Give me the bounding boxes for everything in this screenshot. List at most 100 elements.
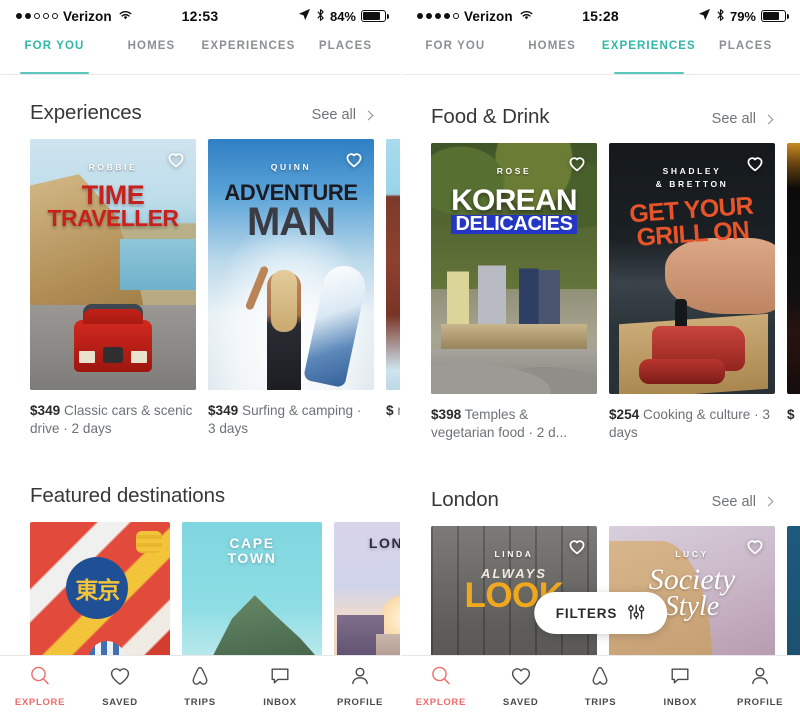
tab-experiences[interactable]: EXPERIENCES <box>200 32 297 74</box>
card-poster[interactable]: ROBBIE TIME TRAVELLER <box>30 139 196 390</box>
nav-label: PROFILE <box>737 697 783 708</box>
chevron-right-icon <box>764 497 774 507</box>
destination-tile[interactable]: 東京 <box>30 522 170 655</box>
favorite-heart-icon[interactable] <box>744 535 766 557</box>
card-poster[interactable] <box>386 139 400 390</box>
see-all-label: See all <box>312 107 356 123</box>
poster-artwork <box>30 139 196 390</box>
chevron-right-icon <box>364 110 374 120</box>
poster-headline: ADVENTURE MAN <box>208 183 374 240</box>
nav-label: INBOX <box>663 697 697 708</box>
nav-item-saved[interactable]: SAVED <box>481 664 561 708</box>
filters-label: FILTERS <box>556 606 618 621</box>
dual-screenshot-comparison: Verizon 12:53 84% FOR YOU HOMES EXPERIEN <box>0 0 800 715</box>
experience-card-partial[interactable]: $ ru <box>386 139 400 438</box>
filter-sliders-icon <box>627 604 645 623</box>
content-scroll-area[interactable]: Experiences See all ROBBIE TIME <box>0 75 400 655</box>
nav-item-saved[interactable]: SAVED <box>80 664 160 708</box>
nav-item-trips[interactable]: TRIPS <box>160 664 240 708</box>
tile-label: LONDON <box>334 536 400 551</box>
experience-card-row[interactable]: ROBBIE TIME TRAVELLER $349 Classic cars … <box>0 139 400 438</box>
nav-item-profile[interactable]: PROFILE <box>320 664 400 708</box>
card-poster[interactable]: LUCY Society Style <box>609 526 775 655</box>
card-poster[interactable]: SHADLEY & BRETTON GET YOUR GRILL ON <box>609 143 775 394</box>
nav-item-trips[interactable]: TRIPS <box>561 664 641 708</box>
chevron-right-icon <box>764 114 774 124</box>
section-header-london: London See all <box>401 442 800 526</box>
tab-for-you[interactable]: FOR YOU <box>6 32 103 74</box>
status-bar: Verizon 15:28 79% <box>401 0 800 32</box>
favorite-heart-icon[interactable] <box>566 152 588 174</box>
nav-item-explore[interactable]: EXPLORE <box>401 664 481 708</box>
nav-item-profile[interactable]: PROFILE <box>720 664 800 708</box>
london-card-row[interactable]: LINDA ALWAYS LOOK LUCY <box>401 526 800 655</box>
heart-icon <box>108 664 132 693</box>
tab-homes[interactable]: HOMES <box>504 32 601 74</box>
location-arrow-icon <box>298 8 311 24</box>
nav-label: EXPLORE <box>15 697 65 708</box>
destination-tile-row[interactable]: 東京 CAPE TOWN LONDON <box>0 522 400 655</box>
nav-item-explore[interactable]: EXPLORE <box>0 664 80 708</box>
see-all-link[interactable]: See all <box>712 494 772 510</box>
experience-card-row[interactable]: ROSE KOREAN DELICACIES $398 Temples & ve… <box>401 143 800 442</box>
card-poster[interactable]: QUINN ADVENTURE MAN <box>208 139 374 390</box>
favorite-heart-icon[interactable] <box>165 148 187 170</box>
poster-artwork <box>386 139 400 390</box>
carrier-label: Verizon <box>464 9 513 24</box>
tab-places[interactable]: PLACES <box>297 32 394 74</box>
tab-homes[interactable]: HOMES <box>103 32 200 74</box>
belo-icon <box>188 664 212 693</box>
tab-for-you[interactable]: FOR YOU <box>407 32 504 74</box>
search-icon <box>28 664 52 693</box>
poster-headline: TIME TRAVELLER <box>30 183 196 230</box>
destination-tile[interactable]: LONDON <box>334 522 400 655</box>
experience-card[interactable]: ROBBIE TIME TRAVELLER $349 Classic cars … <box>30 139 196 438</box>
phone-screen-for-you: Verizon 12:53 84% FOR YOU HOMES EXPERIEN <box>0 0 400 715</box>
filters-button[interactable]: FILTERS <box>534 592 668 634</box>
card-poster[interactable] <box>787 143 800 394</box>
london-card[interactable]: LINDA ALWAYS LOOK <box>431 526 597 655</box>
experience-card[interactable]: QUINN ADVENTURE MAN $349 Surfing & campi… <box>208 139 374 438</box>
experience-card[interactable]: ROSE KOREAN DELICACIES $398 Temples & ve… <box>431 143 597 442</box>
poster-artwork <box>208 139 374 390</box>
battery-icon <box>361 10 386 22</box>
poster-headline: KOREAN DELICACIES <box>431 187 597 234</box>
poster-headline-line-2: MAN <box>214 204 368 240</box>
card-poster[interactable]: LINDA ALWAYS LOOK <box>431 526 597 655</box>
destination-tile[interactable]: CAPE TOWN <box>182 522 322 655</box>
card-price: $ <box>787 407 795 422</box>
see-all-link[interactable]: See all <box>312 107 372 123</box>
section-header-food-and-drink: Food & Drink See all <box>401 75 800 143</box>
nav-item-inbox[interactable]: INBOX <box>640 664 720 708</box>
category-tabs: FOR YOU HOMES EXPERIENCES PLACES <box>0 32 400 74</box>
experience-card-partial[interactable]: $ <box>787 143 800 442</box>
status-bar-right: 79% <box>698 8 786 25</box>
phone-screen-experiences: Verizon 15:28 79% FOR YOU HOMES EXPERIEN <box>400 0 800 715</box>
card-price: $349 <box>30 403 60 418</box>
poster-artwork <box>431 143 597 394</box>
london-card[interactable]: LUCY Society Style <box>609 526 775 655</box>
london-card-partial[interactable] <box>787 526 800 655</box>
wifi-icon <box>519 9 534 24</box>
card-poster[interactable] <box>787 526 800 655</box>
nav-item-inbox[interactable]: INBOX <box>240 664 320 708</box>
tab-experiences[interactable]: EXPERIENCES <box>601 32 698 74</box>
card-price: $398 <box>431 407 461 422</box>
nav-label: PROFILE <box>337 697 383 708</box>
card-price: $254 <box>609 407 639 422</box>
see-all-link[interactable]: See all <box>712 111 772 127</box>
nav-label: SAVED <box>503 697 539 708</box>
heart-icon <box>509 664 533 693</box>
poster-artwork <box>787 526 800 655</box>
wifi-icon <box>118 9 133 24</box>
tab-places[interactable]: PLACES <box>697 32 794 74</box>
battery-percentage: 79% <box>730 9 756 24</box>
favorite-heart-icon[interactable] <box>566 535 588 557</box>
favorite-heart-icon[interactable] <box>343 148 365 170</box>
status-bar: Verizon 12:53 84% <box>0 0 400 32</box>
card-poster[interactable]: ROSE KOREAN DELICACIES <box>431 143 597 394</box>
favorite-heart-icon[interactable] <box>744 152 766 174</box>
experience-card[interactable]: SHADLEY & BRETTON GET YOUR GRILL ON $254… <box>609 143 775 442</box>
category-tabs: FOR YOU HOMES EXPERIENCES PLACES <box>401 32 800 74</box>
content-scroll-area[interactable]: Food & Drink See all ROSE KOREAN <box>401 75 800 655</box>
